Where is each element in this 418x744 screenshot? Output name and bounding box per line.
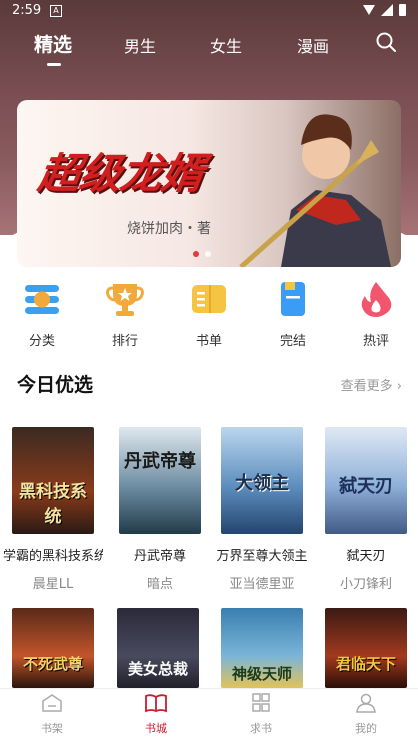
book-cover-title: 丹武帝尊	[124, 451, 196, 472]
tab-female[interactable]: 女生	[210, 33, 242, 57]
hot-comment-icon	[361, 282, 392, 317]
book-cover-title: 君临天下	[335, 655, 396, 673]
quick-category[interactable]: 分类	[12, 280, 72, 349]
search-icon[interactable]	[376, 32, 396, 52]
bookshelf-icon	[42, 694, 62, 712]
request-book-icon	[252, 693, 270, 712]
category-icon	[25, 285, 59, 314]
bottom-nav-request[interactable]: 求书	[231, 693, 291, 736]
bottom-nav-bookstore[interactable]: 书城	[126, 693, 186, 736]
pagination-dot[interactable]	[193, 251, 199, 257]
status-time: 2:59	[12, 3, 42, 18]
booklist-icon	[192, 285, 226, 313]
book-title[interactable]: 弑天刃	[316, 545, 416, 564]
bottom-nav: 书架 书城 求书 我的	[0, 688, 418, 744]
bottom-nav-label: 书架	[41, 722, 63, 735]
book-cover-title: 美女总裁	[127, 660, 188, 678]
status-icons	[363, 4, 406, 16]
signal-icon	[381, 4, 393, 16]
quick-finished-label: 完结	[279, 334, 306, 349]
book-author: 晨星LL	[32, 577, 74, 592]
book-author: 暗点	[146, 577, 173, 592]
book-cover[interactable]: 大领主	[221, 427, 303, 534]
book-cover[interactable]: 弑天刃	[325, 427, 407, 534]
quick-hot-comments[interactable]: 热评	[346, 280, 406, 349]
bookstore-icon	[145, 694, 167, 713]
book-cover[interactable]: 君临天下	[325, 608, 407, 688]
section-title: 今日优选	[17, 374, 94, 396]
book-cover[interactable]: 黑科技系统	[12, 427, 94, 534]
view-more-label: 查看更多	[340, 379, 393, 394]
bottom-nav-label: 书城	[145, 722, 167, 735]
bottom-nav-profile[interactable]: 我的	[336, 693, 396, 736]
book-cover-title: 黑科技系统	[19, 482, 87, 527]
book-cover[interactable]: 不死武尊	[12, 608, 94, 688]
pagination-dot[interactable]	[205, 251, 211, 257]
tab-underline	[47, 63, 61, 66]
book-cover-title: 大领主	[235, 473, 289, 494]
quick-booklist-label: 书单	[195, 334, 222, 349]
view-more-link[interactable]: 查看更多 ›	[341, 375, 402, 394]
trophy-icon	[106, 284, 144, 316]
book-cover-title: 弑天刃	[339, 476, 393, 497]
quick-finished[interactable]: 完结	[263, 280, 323, 349]
profile-icon	[356, 693, 376, 713]
bottom-nav-bookshelf[interactable]: 书架	[22, 693, 82, 736]
battery-icon	[399, 4, 406, 16]
banner-author: 烧饼加肉・著	[127, 221, 211, 237]
book-title[interactable]: 万界至尊大领主	[212, 545, 312, 564]
book-cover[interactable]: 神级天师	[221, 608, 303, 688]
banner-title: 超级龙婿	[35, 149, 207, 198]
promo-banner[interactable]: 超级龙婿 烧饼加肉・著	[17, 100, 401, 267]
quick-ranking-label: 排行	[111, 334, 138, 349]
quick-entries: 分类 排行 书单 完结 热评	[0, 280, 418, 350]
chevron-right-icon: ›	[396, 379, 402, 394]
book-title[interactable]: 学霸的黑科技系统	[3, 545, 103, 564]
bottom-nav-label: 求书	[250, 722, 272, 735]
book-cover-title: 不死武尊	[22, 655, 83, 673]
book-author: 小刀锋利	[339, 577, 392, 592]
banner-pagination	[193, 251, 211, 257]
book-cover-title: 神级天师	[231, 665, 292, 683]
book-cover[interactable]: 美女总裁	[117, 608, 199, 688]
quick-hot-comments-label: 热评	[362, 334, 389, 349]
book-cover[interactable]: 丹武帝尊	[119, 427, 201, 534]
bottom-nav-label: 我的	[355, 722, 377, 735]
banner-character-image	[239, 114, 391, 267]
book-title[interactable]: 丹武帝尊	[110, 545, 210, 564]
wifi-icon	[363, 5, 375, 15]
status-bar: 2:59 A	[0, 0, 418, 22]
quick-booklist[interactable]: 书单	[179, 280, 239, 349]
quick-category-label: 分类	[28, 334, 55, 349]
book-author: 亚当德里亚	[229, 577, 295, 592]
top-nav: 精选 男生 女生 漫画	[0, 30, 418, 70]
tab-male[interactable]: 男生	[124, 33, 156, 57]
finished-book-icon	[281, 282, 305, 316]
quick-ranking[interactable]: 排行	[95, 280, 155, 349]
notification-icon: A	[50, 5, 62, 17]
tab-comics[interactable]: 漫画	[297, 33, 329, 57]
tab-featured[interactable]: 精选	[34, 30, 72, 57]
